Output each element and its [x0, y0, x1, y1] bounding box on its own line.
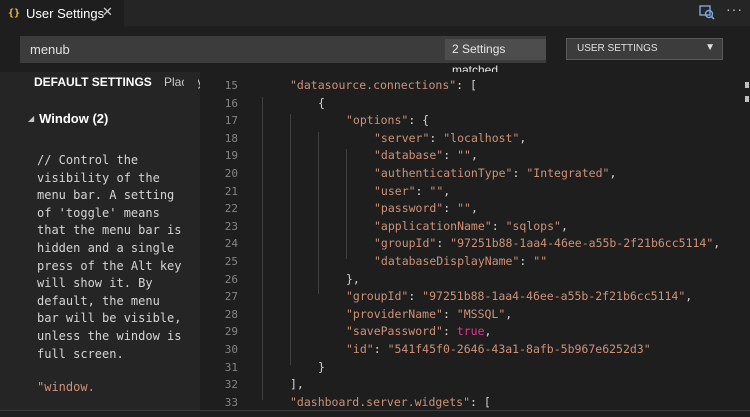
line-number: 15: [224, 79, 238, 92]
left-pane-scrollbar[interactable]: [184, 72, 198, 417]
close-icon[interactable]: ✕: [102, 4, 113, 20]
line-number: 29: [224, 325, 238, 339]
line-number: 27: [224, 290, 238, 304]
indent-guide: [290, 114, 291, 365]
line-number: 22: [224, 202, 238, 216]
code-line: "user": "",: [374, 183, 451, 198]
panel-border: [0, 410, 750, 411]
code-line: "datasource.connections": [: [290, 78, 477, 92]
search-input[interactable]: [30, 36, 410, 63]
code-line: "groupId": "97251b88-1aa4-46ee-a55b-2f21…: [374, 236, 721, 251]
setting-description: // Control the visibility of the menu ba…: [37, 153, 182, 361]
code-line: "id": "541f45f0-2646-43a1-8afb-5b967e625…: [346, 342, 651, 356]
code-line: "options": {: [346, 113, 430, 128]
line-number: 17: [224, 114, 238, 128]
collapse-triangle-icon: ◢: [28, 114, 35, 123]
group-window[interactable]: ◢ Window (2): [28, 111, 108, 126]
editor-scrollbar[interactable]: [735, 72, 750, 417]
settings-editor[interactable]: 15 16 17 18 19 20 21 22 23 24 25 26 27 28 29 30 31 32 33 "…: [200, 72, 735, 417]
code-line: "savePassword": true,: [346, 324, 492, 339]
line-number: 21: [224, 184, 238, 198]
indent-guide: [318, 131, 319, 295]
line-number: 26: [224, 272, 238, 286]
code-line: }: [318, 359, 325, 374]
line-number: 33: [224, 395, 238, 409]
more-actions-icon[interactable]: ···: [726, 1, 743, 17]
overview-ruler-mark: [745, 96, 749, 102]
code-line: "groupId": "97251b88-1aa4-46ee-a55b-2f21…: [346, 289, 693, 304]
chevron-down-icon: ▼: [705, 42, 715, 53]
indent-guide: [346, 149, 347, 259]
code-line: ],: [290, 377, 304, 392]
line-number: 16: [224, 96, 238, 110]
line-number: 18: [224, 131, 238, 145]
split-editor-icon[interactable]: [697, 2, 717, 22]
line-number: 24: [224, 237, 238, 251]
line-number: 20: [224, 167, 238, 180]
search-box: 2 Settings matched: [20, 36, 546, 77]
match-count-badge: 2 Settings matched: [445, 39, 546, 77]
default-settings-title: DEFAULT SETTINGS: [34, 75, 152, 89]
code-line: {: [318, 95, 325, 110]
line-number: 28: [224, 307, 238, 321]
settings-scope-select[interactable]: USER SETTINGS ▼: [566, 38, 723, 60]
code-line: "providerName": "MSSQL",: [346, 306, 513, 321]
line-number-gutter: 15 16 17 18 19 20 21 22 23 24 25 26 27 28 29 30 31 32 33: [200, 72, 242, 417]
line-number: 19: [224, 149, 238, 163]
json-file-icon: {}: [8, 7, 21, 19]
settings-header: 2 Settings matched USER SETTINGS ▼: [0, 26, 750, 77]
setting-key: "window.: [37, 380, 95, 394]
line-number: 30: [224, 343, 238, 356]
scope-label: USER SETTINGS: [577, 43, 658, 54]
panel-bar: [0, 410, 750, 417]
code-line: "authenticationType": "Integrated",: [374, 166, 617, 180]
code-line: "applicationName": "sqlops",: [374, 218, 568, 233]
line-number: 31: [224, 360, 238, 374]
indent-guide: [262, 96, 263, 400]
group-window-label: Window (2): [39, 111, 109, 126]
tab-title: User Settings: [26, 5, 105, 21]
code-line: "server": "localhost",: [374, 130, 527, 145]
overview-ruler-mark: [745, 82, 749, 88]
code-line: "password": "",: [374, 201, 478, 216]
line-number: 25: [224, 255, 238, 268]
code-line: "dashboard.server.widgets": [: [290, 394, 491, 409]
line-number: 32: [224, 378, 238, 392]
tab-user-settings[interactable]: {} User Settings ✕: [0, 0, 124, 26]
default-settings-pane: DEFAULT SETTINGS Place y ◢ Window (2) //…: [0, 72, 200, 417]
code-line: },: [346, 271, 360, 286]
code-line: "database": "",: [374, 148, 478, 163]
line-number: 23: [224, 219, 238, 233]
tab-bar: {} User Settings ✕ ···: [0, 0, 750, 26]
code-line: "databaseDisplayName": "": [374, 254, 548, 268]
